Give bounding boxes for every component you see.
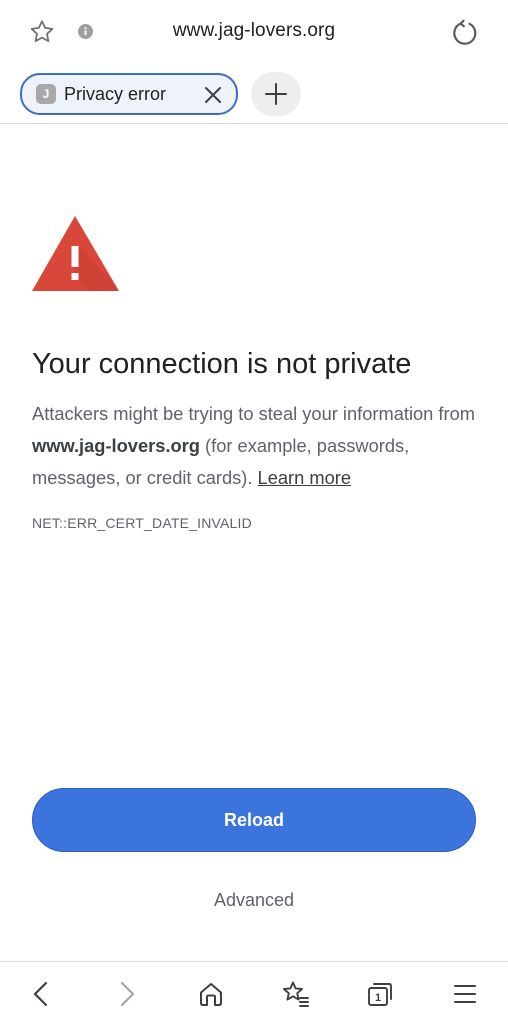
reload-button[interactable]: Reload: [32, 788, 476, 852]
reload-icon[interactable]: [449, 17, 481, 49]
url-text[interactable]: www.jag-lovers.org: [0, 20, 508, 42]
advanced-button[interactable]: Advanced: [154, 882, 354, 918]
back-icon[interactable]: [21, 974, 61, 1014]
tabs-icon[interactable]: 1: [360, 974, 400, 1014]
learn-more-link[interactable]: Learn more: [258, 467, 352, 488]
close-icon[interactable]: [202, 84, 224, 106]
tab-favicon: J: [36, 84, 56, 104]
bookmarks-icon[interactable]: [275, 974, 315, 1014]
description-domain: www.jag-lovers.org: [32, 435, 200, 456]
home-icon[interactable]: [191, 974, 231, 1014]
menu-icon[interactable]: [445, 974, 485, 1014]
tab-count: 1: [375, 992, 381, 1004]
bottom-toolbar: 1: [0, 961, 508, 1025]
page-title: Your connection is not private: [32, 348, 412, 380]
warning-triangle-icon: [31, 214, 121, 294]
description-text-1: Attackers might be trying to steal your …: [32, 403, 475, 424]
tab-strip: J Privacy error: [0, 64, 508, 124]
plus-icon: [265, 83, 287, 105]
error-code: NET::ERR_CERT_DATE_INVALID: [32, 515, 252, 531]
tab-privacy-error[interactable]: J Privacy error: [20, 73, 238, 115]
forward-icon[interactable]: [107, 974, 147, 1014]
error-description: Attackers might be trying to steal your …: [32, 398, 482, 494]
address-bar: www.jag-lovers.org: [0, 0, 508, 64]
tab-title: Privacy error: [64, 84, 167, 104]
new-tab-button[interactable]: [251, 72, 301, 116]
